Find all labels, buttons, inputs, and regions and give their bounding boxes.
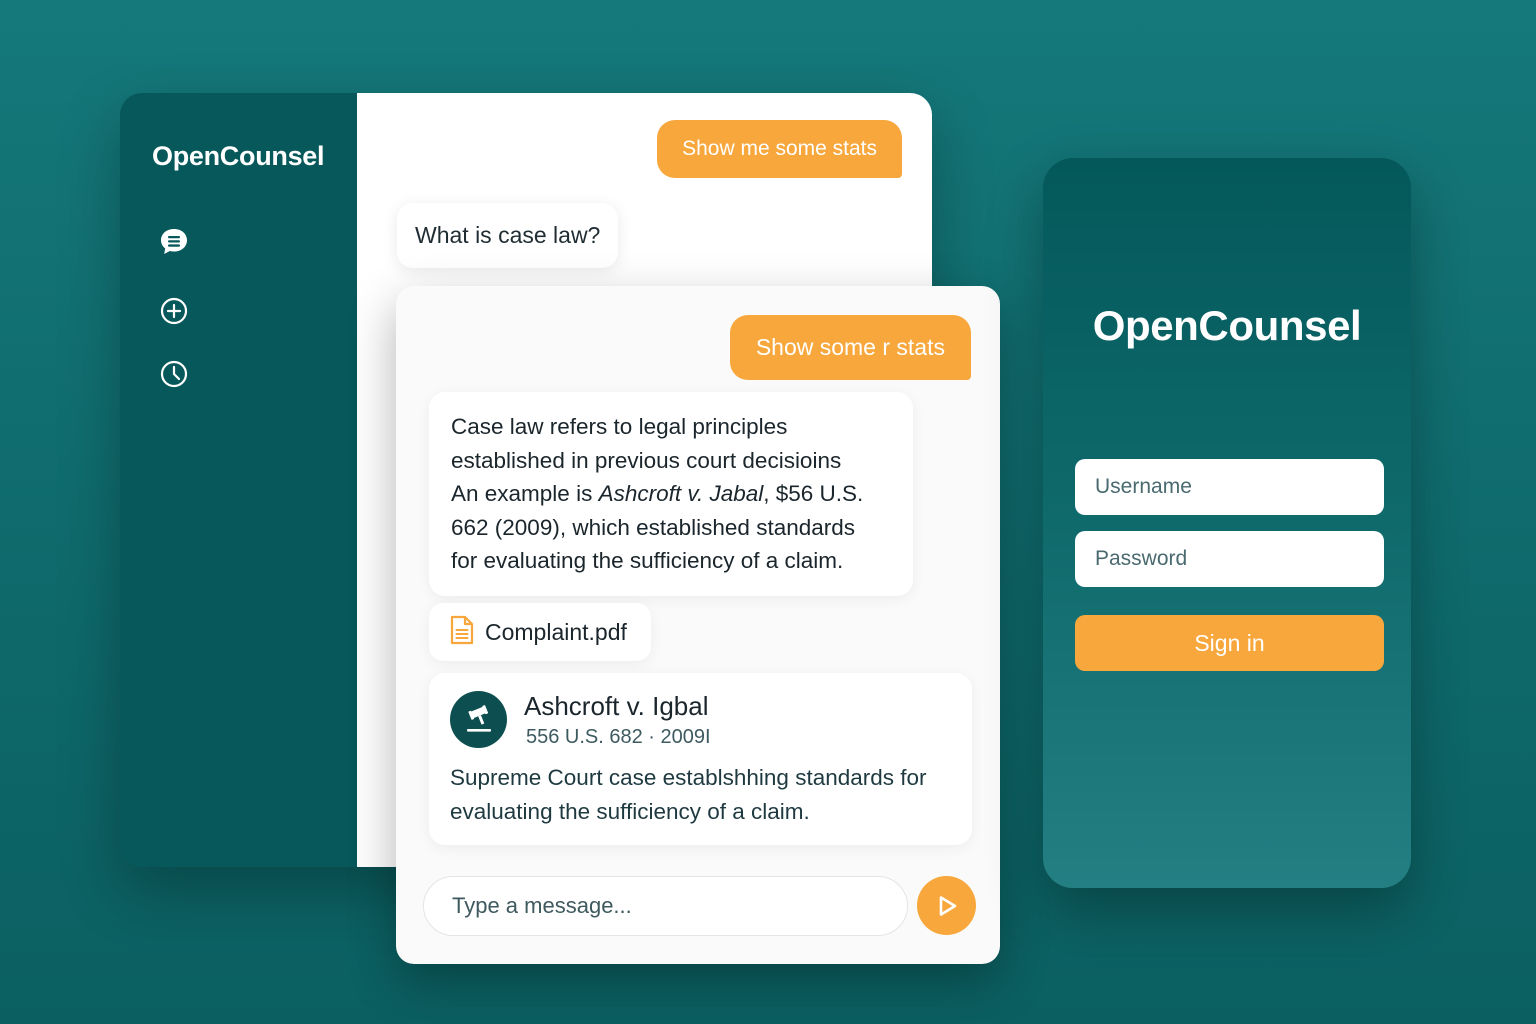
chat-icon[interactable] [158,226,190,258]
password-field[interactable] [1075,531,1384,587]
answer-line: An example is Ashcroft v. Jabal, $56 U.S… [451,477,891,511]
login-title: OpenCounsel [1092,302,1362,349]
answer-line: for evaluating the sufficiency of a clai… [451,548,844,573]
send-button[interactable] [917,876,976,935]
message-input[interactable] [423,876,908,936]
send-icon [939,895,956,916]
login-card: OpenCounsel Sign in [1043,158,1411,888]
assistant-answer-bubble: Case law refers to legal principles esta… [429,392,913,596]
user-message-bubble: Show me some stats [657,120,902,178]
answer-text: An example is [451,481,599,506]
attachment-name: Complaint.pdf [485,618,627,645]
pdf-file-icon [449,615,475,650]
clock-icon[interactable] [158,358,190,390]
case-description: Supreme Court case establshhing standard… [450,765,927,824]
gavel-icon [450,691,507,748]
user-message-bubble: Show some r stats [729,315,971,380]
app-title: OpenCounsel [152,141,325,171]
username-field[interactable] [1075,459,1384,515]
chat-panel-front: Show some r stats Case law refers to leg… [396,286,1000,964]
sidebar: OpenCounsel [120,93,357,867]
sign-in-button[interactable]: Sign in [1075,615,1384,671]
answer-line: 662 (2009), which established standards [451,514,856,540]
attachment-chip[interactable]: Complaint.pdf [429,603,651,661]
answer-line: established in previous court decisioins [451,447,842,473]
case-card[interactable]: Ashcroft v. Igbal 556 U.S. 682 · 2009I S… [429,673,972,845]
case-name-italic: Ashcroft v. Jabal [598,481,764,506]
plus-circle-icon[interactable] [158,295,190,327]
answer-text: , $56 U.S. [763,481,864,506]
case-title: Ashcroft v. Igbal [524,691,709,721]
case-citation: 556 U.S. 682 · 2009I [526,726,711,748]
answer-line: Case law refers to legal principles [451,414,788,439]
assistant-message-bubble: What is case law? [397,203,619,268]
